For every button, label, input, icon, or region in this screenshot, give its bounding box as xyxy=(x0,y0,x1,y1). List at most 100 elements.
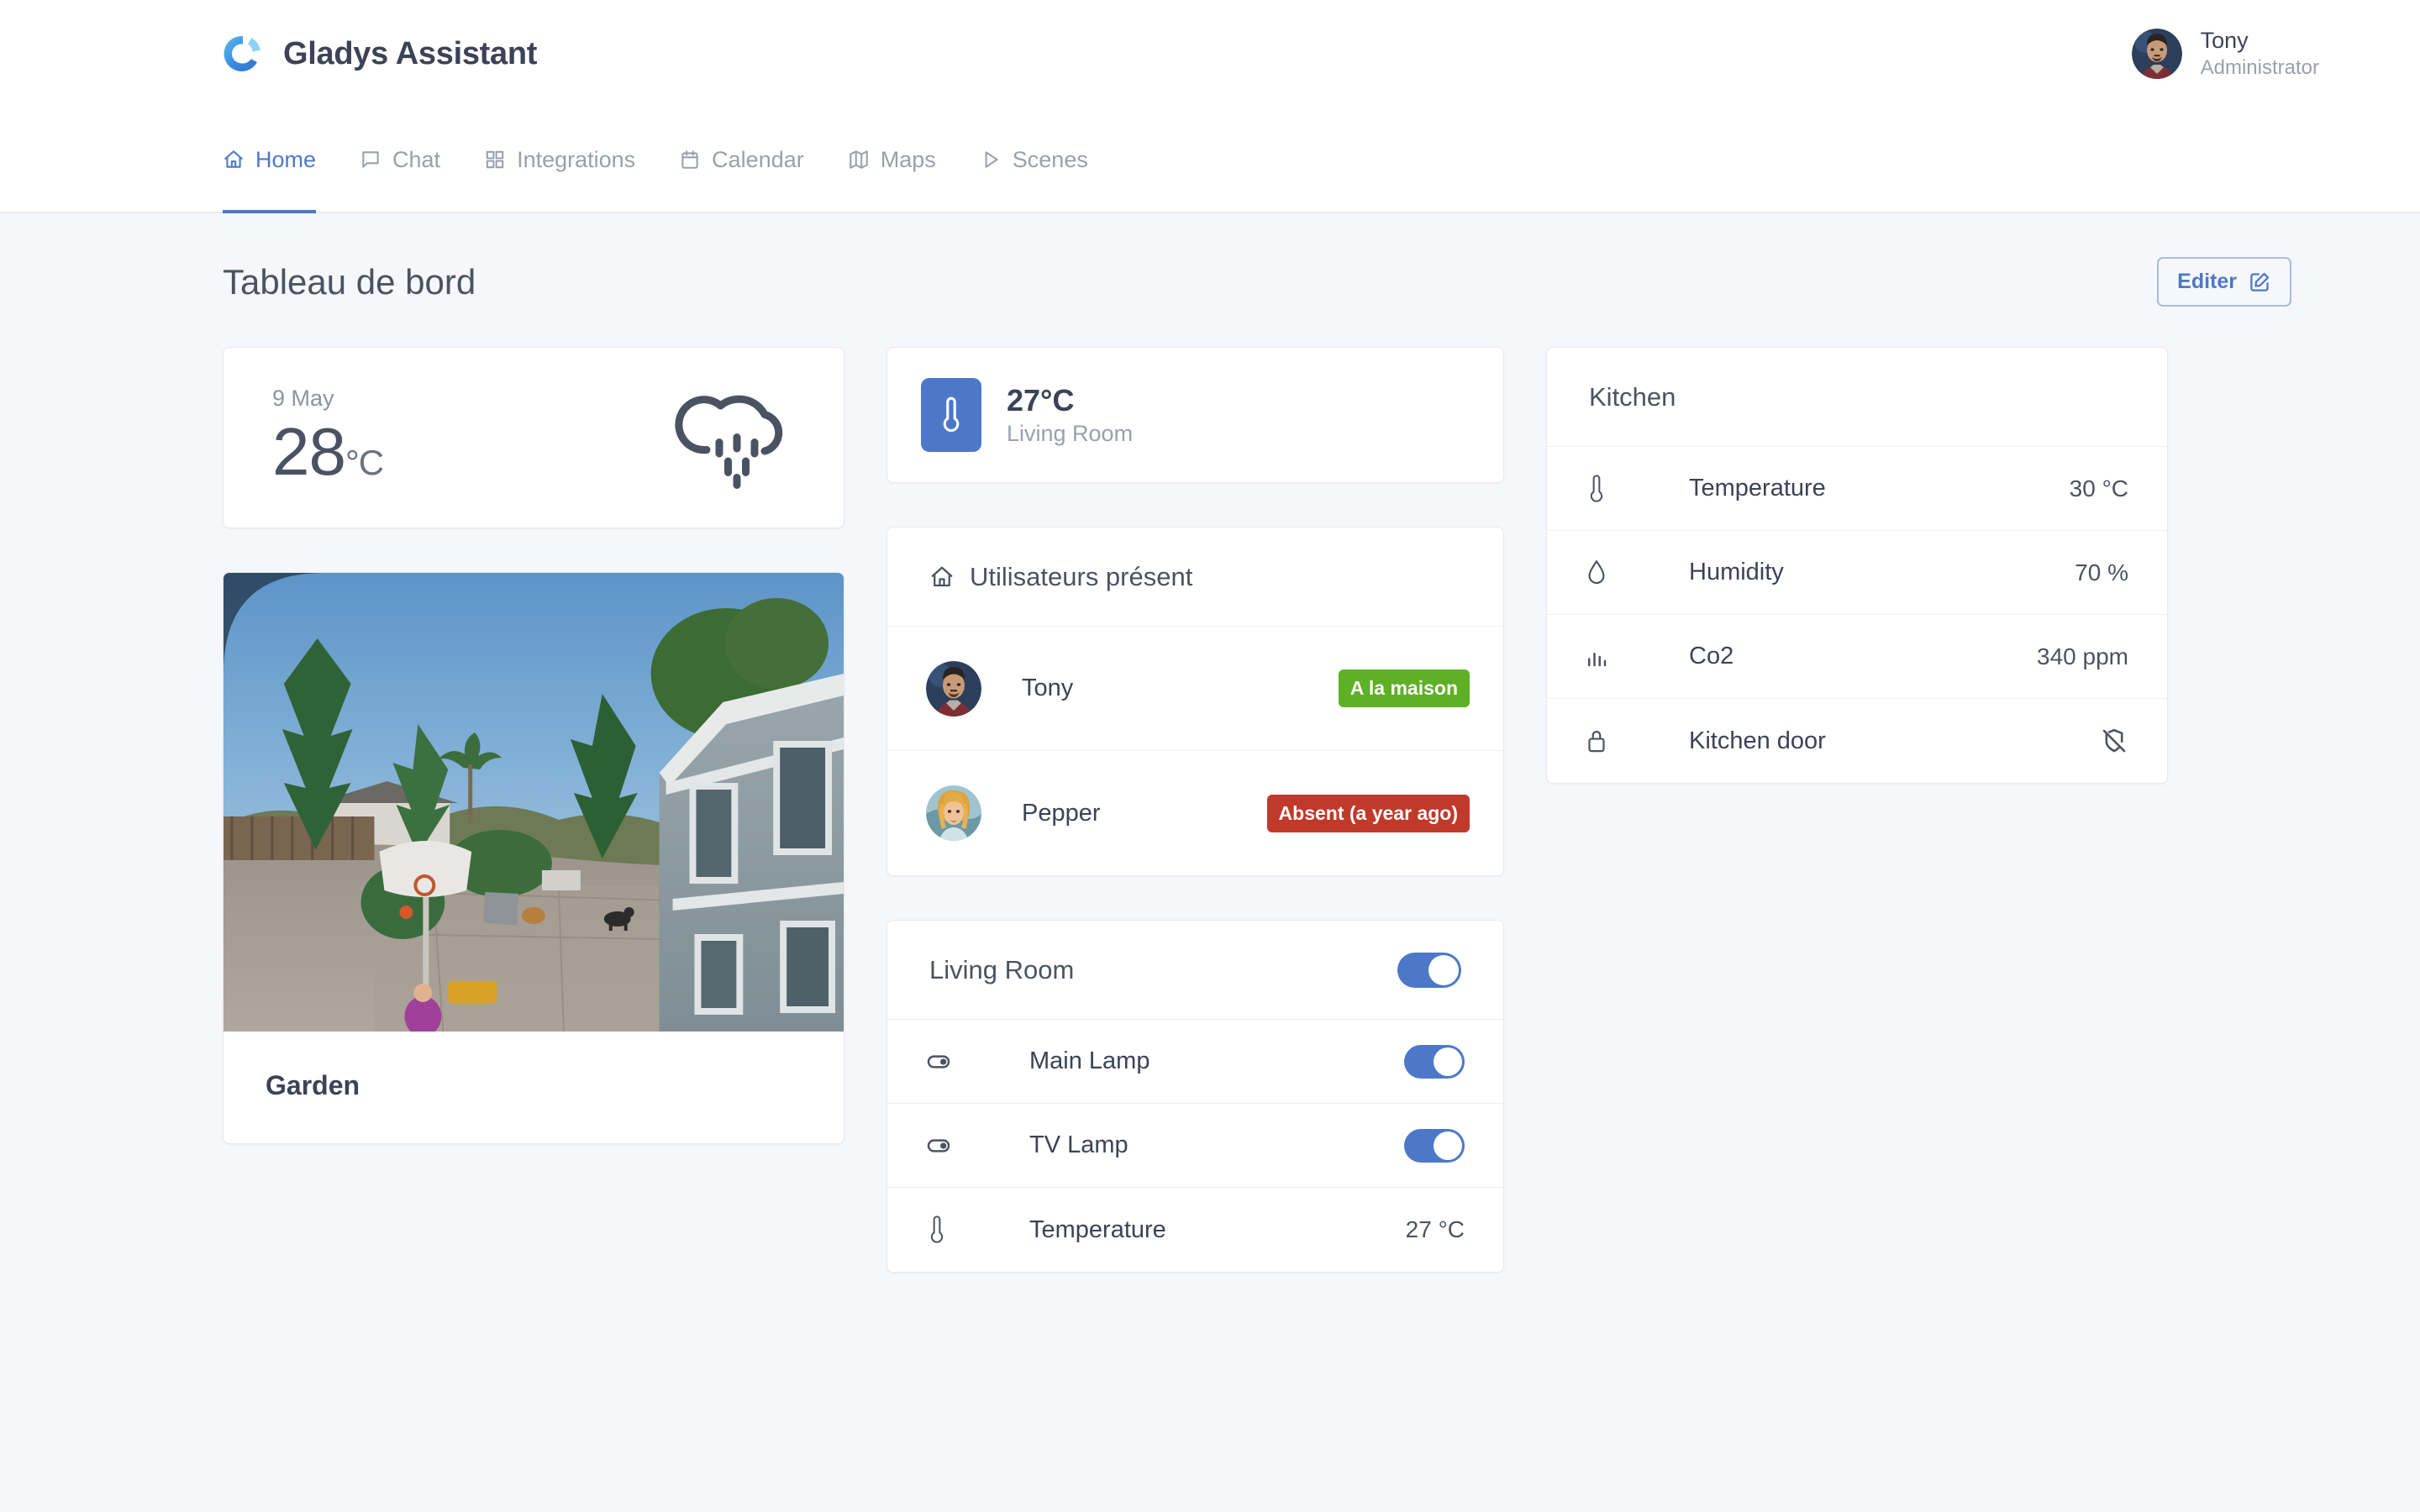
edit-dashboard-button[interactable]: Editer xyxy=(2157,257,2291,307)
users-card-title-wrap: Utilisateurs présent xyxy=(929,562,1192,592)
living-room-header: Living Room xyxy=(887,921,1503,1020)
status-badge: A la maison xyxy=(1338,669,1470,707)
grid-icon xyxy=(486,150,504,169)
droplet-icon xyxy=(1584,558,1618,588)
users-card-header: Utilisateurs présent xyxy=(887,528,1503,627)
camera-card[interactable]: Garden xyxy=(223,572,844,1144)
nav-item-chat[interactable]: Chat xyxy=(338,108,462,212)
nav-item-label: Maps xyxy=(880,146,936,172)
app-header: Gladys Assistant Tony Administrator xyxy=(0,0,2420,108)
user-name: Tony xyxy=(2200,28,2249,54)
weather-content: 9 May 28°C xyxy=(224,348,844,528)
camera-name: Garden xyxy=(266,1070,360,1100)
thermometer-icon xyxy=(943,396,960,433)
kitchen-card: Kitchen Temperature 30 °C Humidity 70 % … xyxy=(1546,347,2168,784)
nav-item-label: Home xyxy=(255,146,317,172)
page-title: Tableau de bord xyxy=(223,261,476,302)
users-card-title: Utilisateurs présent xyxy=(970,561,1193,591)
device-row: Temperature 30 °C xyxy=(1547,447,2167,531)
device-value: 30 °C xyxy=(2069,475,2128,501)
page-header: Tableau de bord Editer xyxy=(223,257,2319,307)
edit-pencil-square-icon xyxy=(2250,272,2270,291)
toggle-knob xyxy=(1434,1047,1462,1076)
device-control: 340 ppm xyxy=(2037,643,2128,670)
toggle-knob xyxy=(1434,1131,1462,1160)
weather-temperature: 28°C xyxy=(272,413,384,489)
device-control xyxy=(1404,1128,1465,1163)
user-meta: Tony Administrator xyxy=(2201,26,2319,81)
gladys-ring-logo-icon xyxy=(224,35,260,71)
weather-temperature-unit: °C xyxy=(345,442,384,482)
shield-off-icon xyxy=(2102,728,2126,753)
user-menu[interactable]: Tony Administrator xyxy=(2131,26,2319,81)
user-name: Tony xyxy=(1022,675,1074,701)
weather-text: 9 May 28°C xyxy=(272,386,384,489)
nav-item-integrations[interactable]: Integrations xyxy=(462,108,657,212)
weather-card: 9 May 28°C xyxy=(223,347,844,528)
device-toggle[interactable] xyxy=(1404,1128,1465,1163)
nav-item-scenes[interactable]: Scenes xyxy=(958,108,1110,212)
nav-item-label: Calendar xyxy=(712,146,804,172)
brand-name: Gladys Assistant xyxy=(283,35,538,71)
map-icon xyxy=(849,150,868,169)
avatar xyxy=(926,785,981,841)
user-role: Administrator xyxy=(2200,55,2319,79)
droplet-icon xyxy=(1588,559,1605,584)
status-badge: Absent (a year ago) xyxy=(1266,794,1470,832)
device-control: 27 °C xyxy=(1406,1216,1465,1243)
thermometer-icon xyxy=(1590,474,1603,502)
living-room-card: Living Room Main Lamp TV Lamp Temperatur… xyxy=(886,920,1504,1273)
nav-item-maps[interactable]: Maps xyxy=(826,108,958,212)
device-row[interactable]: TV Lamp xyxy=(887,1104,1503,1188)
dashboard-page: Tableau de bord Editer 9 May 28°C Garden… xyxy=(0,213,2420,1273)
light-toggle-icon xyxy=(924,1047,958,1076)
nav-item-calendar[interactable]: Calendar xyxy=(657,108,826,212)
user-row[interactable]: Pepper Absent (a year ago) xyxy=(887,751,1503,875)
dashboard-column-3: Kitchen Temperature 30 °C Humidity 70 % … xyxy=(1546,347,2168,784)
device-label: TV Lamp xyxy=(1029,1131,1128,1158)
device-value: 70 % xyxy=(2075,559,2128,585)
home-icon xyxy=(224,150,243,168)
sensor-value: 27°C xyxy=(1007,382,1075,417)
home-icon xyxy=(931,566,953,586)
device-row: Humidity 70 % xyxy=(1547,531,2167,615)
device-label: Humidity xyxy=(1689,559,1784,585)
user-name: Pepper xyxy=(1022,799,1101,827)
chat-bubble-icon xyxy=(362,151,379,168)
toggle-knob xyxy=(1428,954,1459,985)
user-row[interactable]: Tony A la maison xyxy=(887,627,1503,751)
avatar xyxy=(926,660,981,717)
calendar-icon xyxy=(681,150,698,169)
nav-item-label: Chat xyxy=(392,146,441,172)
device-label: Temperature xyxy=(1689,475,1826,501)
device-row[interactable]: Main Lamp xyxy=(887,1020,1503,1104)
cloud-rain-icon xyxy=(675,395,783,489)
lock-icon xyxy=(1588,730,1605,753)
sensor-content: 27°C Living Room xyxy=(887,348,1503,482)
nav-list: Home Chat Integrations Calendar Maps Sce… xyxy=(223,108,1110,213)
bar-chart-icon xyxy=(1588,652,1607,666)
living-room-title: Living Room xyxy=(929,954,1075,984)
brand[interactable]: Gladys Assistant xyxy=(223,34,537,74)
device-row: Co2 340 ppm xyxy=(1547,615,2167,699)
device-control: 70 % xyxy=(2075,559,2128,586)
device-label: Temperature xyxy=(1029,1215,1166,1243)
dashboard-column-1: 9 May 28°C Garden xyxy=(223,347,844,1144)
device-value: 27 °C xyxy=(1405,1216,1465,1242)
device-control: 30 °C xyxy=(2070,475,2128,502)
temperature-sensor-card: 27°C Living Room xyxy=(886,347,1504,483)
nav-item-label: Scenes xyxy=(1012,146,1088,172)
device-label: Kitchen door xyxy=(1689,727,1826,754)
bar-chart-icon xyxy=(1584,644,1618,669)
device-toggle[interactable] xyxy=(1404,1044,1465,1079)
sensor-text: 27°C Living Room xyxy=(1007,381,1133,449)
thermometer-icon xyxy=(930,1215,944,1243)
device-row[interactable]: Kitchen door xyxy=(1547,699,2167,783)
device-label: Co2 xyxy=(1689,643,1734,669)
lock-icon xyxy=(1584,727,1618,755)
nav-item-home[interactable]: Home xyxy=(223,108,338,213)
device-label: Main Lamp xyxy=(1029,1047,1150,1074)
sensor-room: Living Room xyxy=(1007,420,1134,446)
room-master-toggle[interactable] xyxy=(1397,952,1461,988)
weather-temperature-value: 28 xyxy=(272,413,346,489)
